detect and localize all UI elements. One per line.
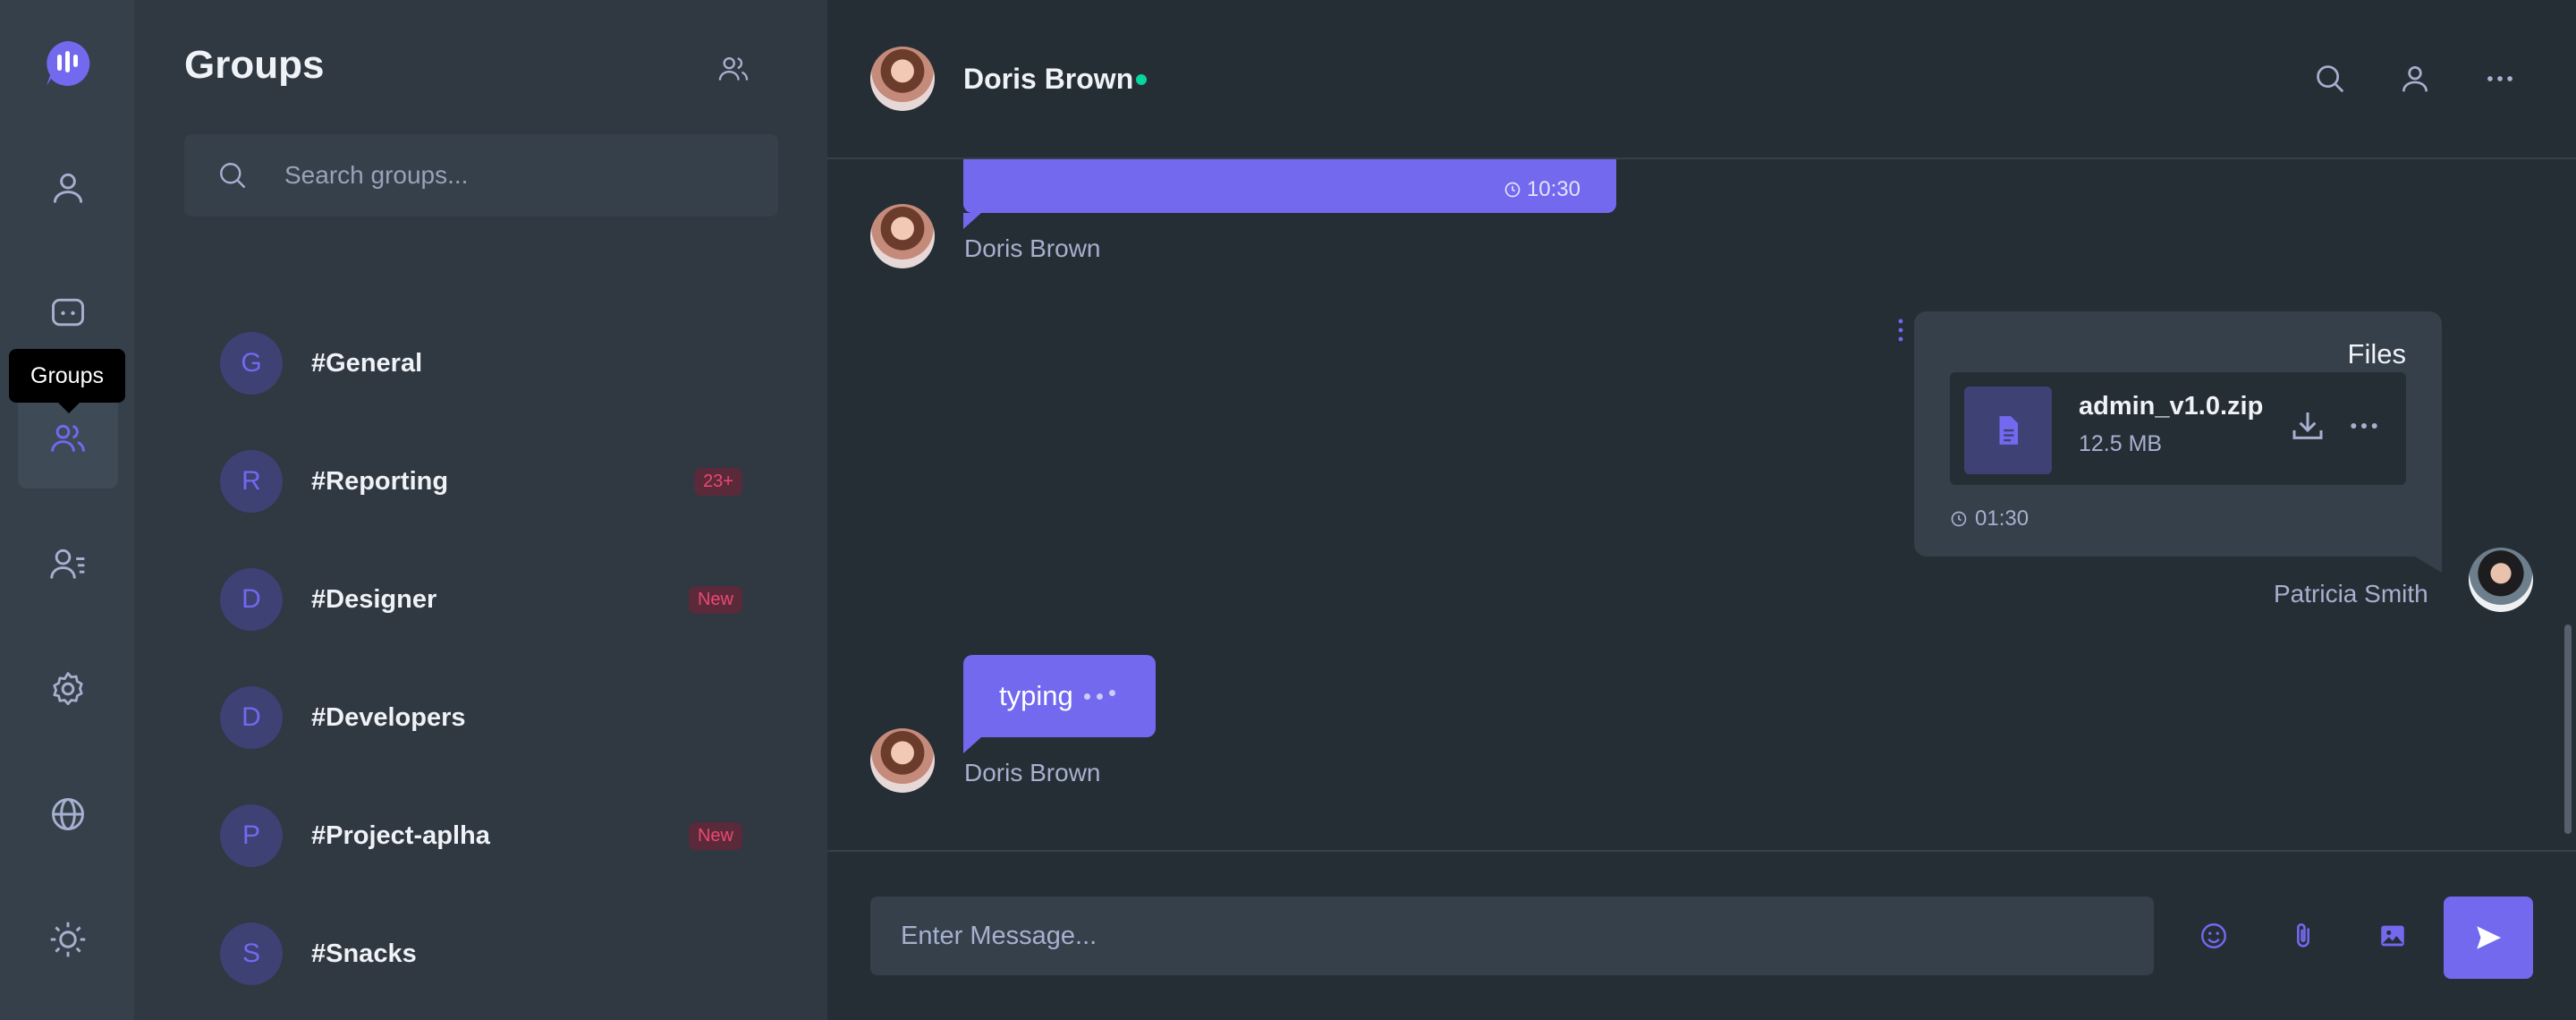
group-avatar: P — [220, 804, 283, 867]
gear-icon — [53, 672, 83, 706]
incoming-message-bubble: 10:30 — [963, 159, 1616, 213]
group-name: #Developers — [311, 702, 466, 732]
download-icon — [2292, 412, 2323, 439]
send-icon — [2477, 926, 2502, 949]
group-avatar: D — [220, 686, 283, 749]
group-name: #Project-aplha — [311, 820, 490, 850]
download-button[interactable] — [2290, 408, 2326, 444]
search-messages-button[interactable] — [2310, 59, 2350, 98]
globe-icon — [52, 798, 84, 830]
group-name: #General — [311, 348, 423, 378]
new-badge: New — [688, 821, 742, 850]
search-box — [184, 134, 778, 217]
contacts-nav-button[interactable] — [18, 514, 118, 614]
group-name: #Reporting — [311, 466, 449, 496]
emoji-button[interactable] — [2196, 918, 2232, 954]
paperclip-icon — [2297, 922, 2309, 948]
message-time-text: 10:30 — [1526, 177, 1580, 201]
send-button[interactable] — [2444, 897, 2533, 979]
group-item-reporting[interactable]: R #Reporting 23+ — [184, 422, 778, 540]
language-nav-button[interactable] — [18, 764, 118, 864]
message-time: 01:30 — [1950, 506, 2029, 531]
contacts-icon — [50, 548, 85, 579]
group-item-designer[interactable]: D #Designer New — [184, 540, 778, 659]
search-input[interactable] — [284, 161, 767, 190]
group-name: #Snacks — [311, 939, 417, 968]
message-time: 10:30 — [1504, 177, 1580, 202]
bubble-tail — [963, 737, 981, 753]
group-avatar: S — [220, 922, 283, 985]
more-horizontal-icon — [2487, 76, 2512, 81]
sender-name: Doris Brown — [964, 234, 1101, 262]
group-list: G #General R #Reporting 23+ D #Designer … — [184, 304, 778, 1013]
file-name: admin_v1.0.zip — [2079, 392, 2264, 421]
clock-icon — [1951, 511, 1967, 527]
group-item-general[interactable]: G #General — [184, 304, 778, 422]
attach-image-button[interactable] — [2375, 918, 2411, 954]
group-avatar: R — [220, 450, 283, 513]
profile-nav-button[interactable] — [18, 138, 118, 238]
document-icon — [1999, 416, 2019, 445]
message-options-button[interactable] — [1896, 317, 1905, 344]
sun-icon — [50, 922, 86, 957]
file-more-button[interactable] — [2346, 408, 2382, 444]
add-group-icon — [718, 56, 749, 81]
app-logo-icon[interactable] — [43, 39, 91, 88]
unread-badge: 23+ — [694, 467, 742, 496]
group-avatar: G — [220, 332, 283, 395]
page-title: Groups — [184, 43, 325, 87]
chat-header: Doris Brown — [827, 0, 2576, 159]
sender-avatar[interactable] — [870, 728, 935, 793]
group-item-developers[interactable]: D #Developers — [184, 659, 778, 777]
contact-profile-button[interactable] — [2395, 59, 2435, 98]
groups-icon — [51, 424, 85, 452]
search-icon — [220, 163, 246, 189]
sender-name: Doris Brown — [964, 759, 1101, 786]
settings-nav-button[interactable] — [18, 639, 118, 739]
user-icon — [2402, 65, 2428, 92]
file-type-badge — [1964, 387, 2052, 474]
message-time-text: 01:30 — [1975, 506, 2029, 531]
file-attachment: admin_v1.0.zip 12.5 MB — [1950, 372, 2406, 485]
image-icon — [2381, 925, 2404, 947]
message-input[interactable] — [870, 897, 2154, 975]
clock-icon — [1504, 182, 1521, 198]
message-composer — [827, 850, 2576, 1020]
scrollbar[interactable] — [2564, 625, 2572, 834]
typing-dots — [1083, 689, 1115, 700]
more-horizontal-icon — [2351, 423, 2377, 429]
bubble-tail — [963, 213, 981, 229]
more-options-button[interactable] — [2480, 59, 2520, 98]
side-rail: Groups — [0, 0, 134, 1020]
chat-icon — [52, 298, 84, 327]
emoji-icon — [2201, 923, 2226, 948]
file-size: 12.5 MB — [2079, 431, 2163, 456]
contact-name[interactable]: Doris Brown — [963, 63, 1133, 96]
group-name: #Designer — [311, 584, 437, 614]
nav-tooltip: Groups — [9, 349, 125, 413]
online-status-dot — [1133, 72, 1149, 88]
new-badge: New — [688, 585, 742, 614]
group-item-project-aplha[interactable]: P #Project-aplha New — [184, 777, 778, 895]
outgoing-file-message: Files admin_v1.0.zip 12.5 MB 01:30 — [1914, 311, 2442, 557]
chat-area: Doris Brown 10:30 Doris Brown Files admi… — [827, 0, 2576, 1020]
bubble-tail — [2415, 557, 2442, 573]
attach-file-button[interactable] — [2285, 918, 2321, 954]
more-vertical-icon — [1898, 319, 1903, 342]
groups-panel: Groups G #General R #Reporting 23+ D #De… — [134, 0, 827, 1020]
contact-avatar[interactable] — [870, 47, 935, 111]
sender-name: Patricia Smith — [2274, 580, 2428, 608]
user-icon — [53, 173, 83, 203]
typing-text: typing — [999, 680, 1073, 711]
sender-avatar[interactable] — [2469, 548, 2533, 612]
group-item-snacks[interactable]: S #Snacks — [184, 895, 778, 1013]
theme-toggle-button[interactable] — [18, 889, 118, 990]
typing-indicator-bubble: typing — [963, 655, 1156, 737]
sender-avatar[interactable] — [870, 204, 935, 268]
create-group-button[interactable] — [711, 47, 756, 91]
group-avatar: D — [220, 568, 283, 631]
search-icon — [2317, 65, 2344, 93]
files-label: Files — [2347, 338, 2406, 370]
